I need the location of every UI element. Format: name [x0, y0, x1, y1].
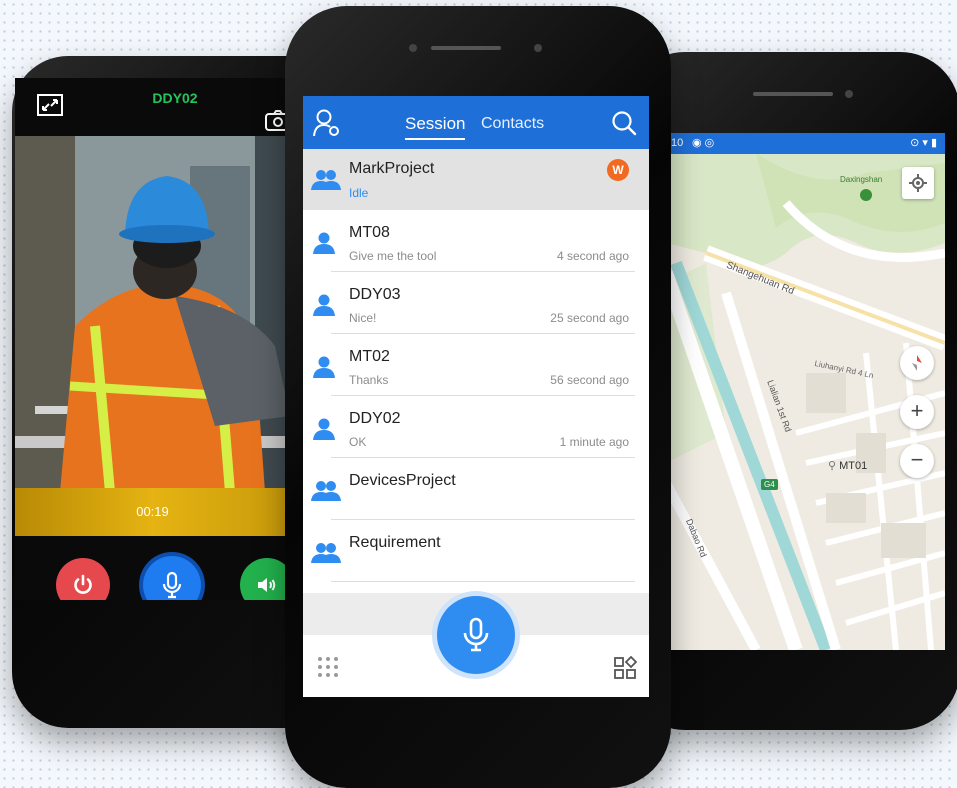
compass-button[interactable] — [900, 346, 934, 380]
push-to-talk-button[interactable] — [437, 596, 515, 674]
compass-icon — [912, 355, 922, 371]
call-contact-name: DDY02 — [125, 90, 225, 106]
session-name: DDY02 — [349, 410, 401, 427]
apps-icon — [614, 655, 638, 679]
session-row-devicesproject[interactable]: DevicesProject — [303, 458, 649, 520]
group-icon — [311, 480, 341, 507]
active-badge: W — [607, 159, 629, 181]
session-name: DDY03 — [349, 286, 401, 303]
earpiece-speaker — [431, 46, 501, 50]
zoom-in-button[interactable]: + — [900, 395, 934, 429]
row-divider — [331, 581, 635, 582]
map-screen: 10 ◉ ◎ ⊙ ▾ ▮ Daxingshan Shangehuan Rd Li… — [666, 133, 945, 650]
status-bar: 10 ◉ ◎ ⊙ ▾ ▮ — [666, 133, 945, 154]
group-icon — [311, 542, 341, 569]
highway-shield: G4 — [761, 479, 778, 490]
zoom-out-button[interactable]: − — [900, 444, 934, 478]
user-icon — [313, 294, 335, 321]
status-time: 10 — [671, 137, 684, 149]
session-status: Idle — [349, 186, 369, 200]
microphone-icon — [463, 617, 489, 652]
park-icon — [860, 189, 872, 201]
user-settings-icon — [313, 109, 339, 137]
video-feed — [15, 136, 290, 492]
notification-icon: ◉ ◎ — [692, 137, 715, 149]
session-row-mt08[interactable]: MT08 Give me the tool 4 second ago — [303, 210, 649, 272]
front-camera — [845, 90, 853, 98]
tab-session-label: Session — [405, 114, 466, 133]
profile-settings-button[interactable] — [313, 108, 341, 143]
group-icon — [311, 169, 341, 196]
map-canvas[interactable] — [666, 133, 945, 650]
user-icon — [313, 356, 335, 383]
signal-battery-icon: ⊙ ▾ ▮ — [910, 137, 937, 149]
hang-up-button[interactable] — [56, 558, 110, 600]
user-icon — [313, 418, 335, 445]
session-row-ddy03[interactable]: DDY03 Nice! 25 second ago — [303, 272, 649, 334]
map-pin-icon: ⚲ — [828, 460, 840, 472]
my-location-button[interactable] — [902, 167, 934, 199]
session-name: MT02 — [349, 348, 390, 365]
microphone-icon — [162, 571, 182, 599]
tab-contacts[interactable]: Contacts — [481, 115, 544, 133]
search-icon — [612, 111, 637, 136]
push-to-talk-button[interactable] — [143, 556, 201, 600]
front-camera — [534, 44, 542, 52]
dialpad-icon — [318, 657, 338, 677]
call-timer-bar: 00:19 — [15, 488, 290, 536]
apps-button[interactable] — [613, 655, 638, 685]
session-last-message: Thanks — [349, 373, 389, 387]
proximity-sensor — [409, 44, 417, 52]
session-time: 56 second ago — [550, 373, 629, 387]
session-time: 4 second ago — [556, 249, 629, 263]
locate-icon — [909, 174, 927, 192]
session-row-requirement[interactable]: Requirement — [303, 520, 649, 582]
session-name: DevicesProject — [349, 472, 456, 489]
speaker-icon — [258, 578, 276, 592]
contact-name-text: DDY02 — [152, 90, 198, 106]
app-bar: Session Contacts — [303, 96, 649, 149]
session-last-message: OK — [349, 435, 367, 449]
session-row-ddy02[interactable]: DDY02 OK 1 minute ago — [303, 396, 649, 458]
marker-label: MT01 — [839, 460, 868, 472]
device-marker[interactable]: ⚲ MT01 — [828, 459, 867, 472]
speaker-button[interactable] — [240, 558, 290, 600]
session-name: Requirement — [349, 534, 441, 551]
call-screen: DDY02 00:19 — [15, 78, 290, 600]
session-row-mt02[interactable]: MT02 Thanks 56 second ago — [303, 334, 649, 396]
call-timer: 00:19 — [136, 504, 169, 519]
session-time: 25 second ago — [550, 311, 629, 325]
dialpad-button[interactable] — [317, 656, 339, 683]
search-button[interactable] — [611, 110, 637, 141]
session-last-message: Nice! — [349, 311, 377, 325]
earpiece-speaker — [753, 92, 833, 96]
session-name: MT08 — [349, 224, 390, 241]
tab-session[interactable]: Session — [405, 114, 466, 140]
active-tab-indicator — [405, 138, 466, 140]
user-icon — [313, 232, 335, 259]
session-name: MarkProject — [349, 160, 435, 177]
ptt-app: Session Contacts MarkProject Idle W MT08… — [303, 96, 649, 697]
park-label: Daxingshan — [840, 175, 883, 184]
session-time: 1 minute ago — [559, 435, 629, 449]
session-row-markproject[interactable]: MarkProject Idle W — [303, 149, 649, 210]
power-icon — [74, 574, 92, 594]
fullscreen-icon[interactable] — [37, 94, 63, 121]
session-last-message: Give me the tool — [349, 249, 437, 263]
